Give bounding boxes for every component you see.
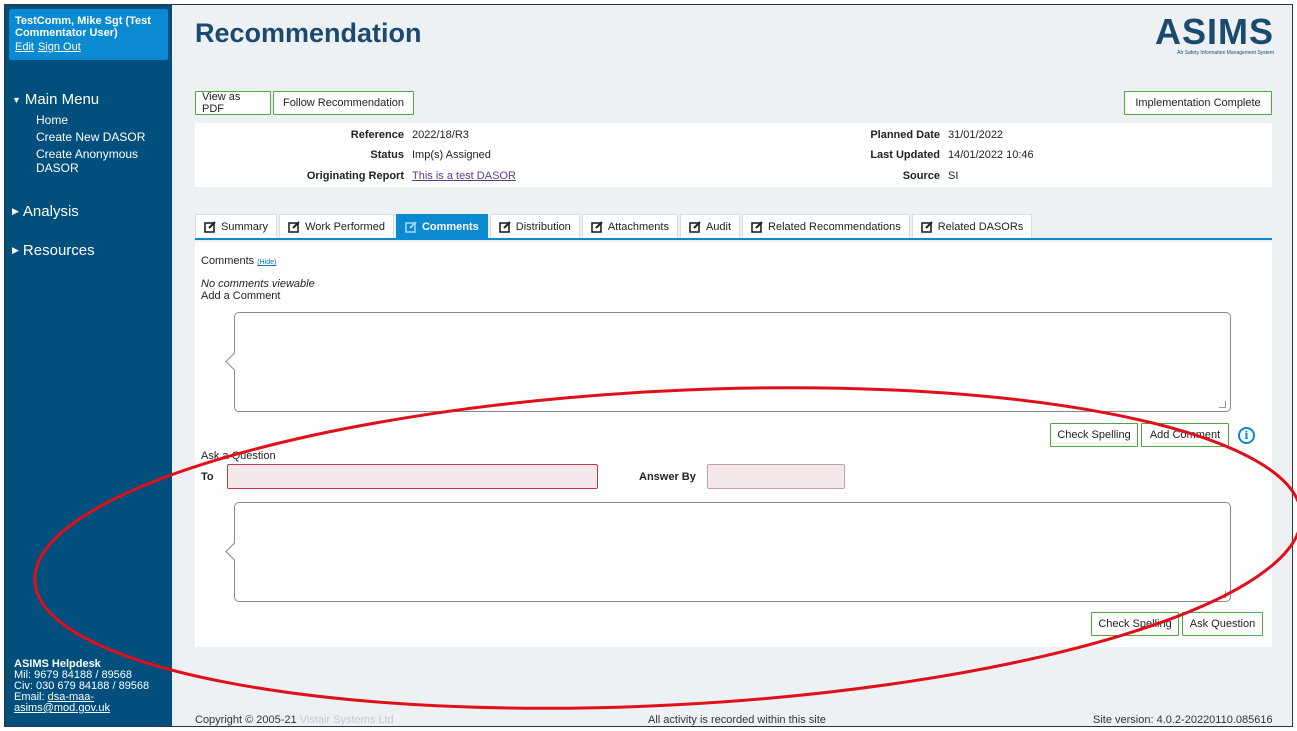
tab-audit[interactable]: Audit xyxy=(679,214,741,238)
last-updated-label: Last Updated xyxy=(870,149,940,161)
tab-comments[interactable]: Comments xyxy=(395,214,488,238)
comment-check-spelling-button[interactable]: Check Spelling xyxy=(1050,423,1138,447)
status-label: Status xyxy=(370,149,404,161)
resize-handle[interactable] xyxy=(1219,591,1226,598)
user-name: TestComm, Mike Sgt (Test Commentator Use… xyxy=(15,15,151,39)
app-frame: TestComm, Mike Sgt (Test Commentator Use… xyxy=(4,4,1293,727)
ask-question-button[interactable]: Ask Question xyxy=(1182,612,1263,636)
source-value: SI xyxy=(948,170,959,182)
main-submenu: Home Create New DASOR Create Anonymous D… xyxy=(36,113,156,178)
question-check-spelling-button[interactable]: Check Spelling xyxy=(1091,612,1179,636)
page-title: Recommendation xyxy=(195,18,422,48)
tab-distribution[interactable]: Distribution xyxy=(489,214,580,238)
edit-icon xyxy=(689,220,701,233)
menu-item-home[interactable]: Home xyxy=(36,113,156,127)
tab-related-dasors[interactable]: Related DASORs xyxy=(911,214,1033,238)
tab-attachments[interactable]: Attachments xyxy=(581,214,678,238)
tab-bar: Summary Work Performed Comments Distribu… xyxy=(195,214,1272,240)
edit-icon xyxy=(591,220,603,233)
comments-heading: Comments xyxy=(201,255,255,267)
status-value: Imp(s) Assigned xyxy=(412,149,491,161)
tab-related-recommendations[interactable]: Related Recommendations xyxy=(742,214,910,238)
originating-report-label: Originating Report xyxy=(306,170,404,182)
asims-logo: ASIMS Air Safety Information Management … xyxy=(1154,11,1274,57)
main-menu-toggle[interactable]: ▼ Main Menu xyxy=(5,91,99,108)
add-comment-heading: Add a Comment xyxy=(201,290,281,302)
caret-right-icon: ▶ xyxy=(12,245,19,255)
recommendation-details: Reference 2022/18/R3 Status Imp(s) Assig… xyxy=(195,123,1272,187)
info-icon[interactable]: i xyxy=(1238,427,1255,444)
resources-menu-label: Resources xyxy=(22,242,95,259)
question-textarea[interactable] xyxy=(225,502,1231,602)
reference-value: 2022/18/R3 xyxy=(412,129,469,141)
edit-icon xyxy=(204,220,216,233)
originating-report-link[interactable]: This is a test DASOR xyxy=(412,170,516,182)
analysis-menu-label: Analysis xyxy=(22,203,79,220)
analysis-menu-toggle[interactable]: ▶ Analysis xyxy=(5,203,79,220)
answer-by-label: Answer By xyxy=(639,471,696,483)
footer-copyright: Copyright © 2005-21 Vistair Systems Ltd xyxy=(195,714,394,726)
caret-right-icon: ▶ xyxy=(12,206,19,216)
edit-icon xyxy=(751,220,763,233)
edit-icon xyxy=(405,220,417,233)
no-comments-text: No comments viewable xyxy=(201,278,315,290)
comment-textarea[interactable] xyxy=(225,312,1231,412)
main-menu-label: Main Menu xyxy=(24,91,100,108)
edit-icon xyxy=(498,220,511,233)
caret-down-icon: ▼ xyxy=(12,94,21,105)
tab-work-performed[interactable]: Work Performed xyxy=(279,214,394,238)
to-label: To xyxy=(201,471,214,483)
vistair-link[interactable]: Vistair Systems Ltd xyxy=(300,714,394,726)
planned-date-value: 31/01/2022 xyxy=(948,129,1004,141)
site-version: Site version: 4.0.2-20220110.085616 xyxy=(1093,714,1273,726)
reference-label: Reference xyxy=(350,129,404,141)
edit-icon xyxy=(920,220,933,233)
source-label: Source xyxy=(902,170,940,182)
resources-menu-toggle[interactable]: ▶ Resources xyxy=(5,242,95,259)
edit-profile-link[interactable]: Edit xyxy=(15,41,34,53)
helpdesk-info: ASIMS Helpdesk Mil: 9679 84188 / 89568 C… xyxy=(14,659,170,714)
sign-out-link[interactable]: Sign Out xyxy=(38,41,81,53)
resize-handle[interactable] xyxy=(1219,401,1226,408)
view-as-pdf-button[interactable]: View as PDF xyxy=(195,91,271,115)
comments-panel: Comments (Hide) No comments viewable Add… xyxy=(195,242,1272,647)
main-content: Recommendation ASIMS Air Safety Informat… xyxy=(173,5,1292,726)
answer-by-date-field[interactable] xyxy=(707,464,845,489)
hide-comments-link[interactable]: (Hide) xyxy=(257,259,276,266)
menu-item-create-dasor[interactable]: Create New DASOR xyxy=(36,130,156,144)
edit-icon xyxy=(288,220,300,233)
footer-notice: All activity is recorded within this sit… xyxy=(648,714,826,726)
ask-question-heading: Ask a Question xyxy=(201,450,276,462)
user-box: TestComm, Mike Sgt (Test Commentator Use… xyxy=(9,9,168,60)
tab-summary[interactable]: Summary xyxy=(195,214,278,238)
planned-date-label: Planned Date xyxy=(870,129,940,141)
menu-item-create-anonymous-dasor[interactable]: Create Anonymous DASOR xyxy=(36,147,156,175)
follow-recommendation-button[interactable]: Follow Recommendation xyxy=(273,91,414,115)
add-comment-button[interactable]: Add Comment xyxy=(1141,423,1229,447)
last-updated-value: 14/01/2022 10:46 xyxy=(948,149,1034,161)
implementation-complete-button[interactable]: Implementation Complete xyxy=(1124,91,1272,115)
question-to-field[interactable] xyxy=(227,464,598,489)
sidebar: TestComm, Mike Sgt (Test Commentator Use… xyxy=(5,5,172,726)
